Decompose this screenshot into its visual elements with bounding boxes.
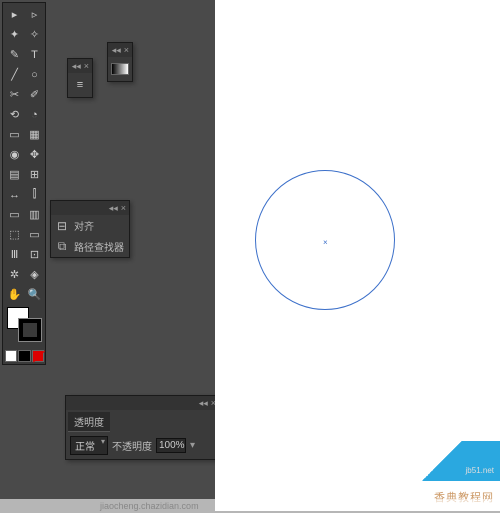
panel-header[interactable]: ◂◂× bbox=[108, 43, 132, 57]
direct-selection-tool[interactable]: ▹ bbox=[25, 5, 44, 24]
hand-tool[interactable]: ✋ bbox=[5, 285, 24, 304]
blend-mode-dropdown[interactable]: 正常 bbox=[70, 436, 108, 455]
toolbox: ▸ ▹ ✦ ✧ ✎ T ╱ ○ ✂ ✐ ⟲ ◔ ▭ ▦ ◉ ✥ ▤ ⊞ ↔ ⫿ … bbox=[2, 2, 46, 365]
selection-tool[interactable]: ▸ bbox=[5, 5, 24, 24]
chevron-down-icon[interactable]: ▾ bbox=[190, 440, 195, 451]
shape-center-marker: × bbox=[323, 238, 327, 242]
pathfinder-icon: ⧉ bbox=[55, 240, 69, 254]
eyedropper-tool[interactable]: ▭ bbox=[5, 205, 24, 224]
type-tool[interactable]: T bbox=[25, 45, 44, 64]
floating-panel-menu[interactable]: ◂◂× ≡ bbox=[67, 58, 93, 98]
opacity-input[interactable]: 100% bbox=[156, 438, 186, 453]
width-tool[interactable]: ◉ bbox=[5, 145, 24, 164]
align-row[interactable]: ⊟ 对齐 bbox=[51, 215, 129, 236]
align-panel: ◂◂× ⊟ 对齐 ⧉ 路径查找器 bbox=[50, 200, 130, 258]
transparency-panel: ◂◂× 透明度 正常 不透明度 100% ▾ bbox=[65, 395, 220, 460]
scale-tool[interactable]: ▭ bbox=[5, 125, 24, 144]
collapse-icon[interactable]: ◂◂ bbox=[72, 61, 81, 72]
color-mode-solid[interactable] bbox=[5, 350, 17, 362]
rotate-tool[interactable]: ⟲ bbox=[5, 105, 24, 124]
pathfinder-label: 路径查找器 bbox=[74, 239, 124, 254]
panel-header[interactable]: ◂◂× bbox=[51, 201, 129, 215]
slice-tool[interactable]: ⊡ bbox=[25, 245, 44, 264]
align-label: 对齐 bbox=[74, 218, 94, 233]
watermark-sub: jb51.net bbox=[466, 466, 494, 475]
collapse-icon[interactable]: ◂◂ bbox=[112, 45, 121, 56]
color-mode-none[interactable] bbox=[32, 350, 44, 362]
floating-panel-gradient[interactable]: ◂◂× bbox=[107, 42, 133, 82]
pencil-tool[interactable]: ✐ bbox=[25, 85, 44, 104]
eraser-tool[interactable]: ✲ bbox=[5, 265, 24, 284]
pathfinder-row[interactable]: ⧉ 路径查找器 bbox=[51, 236, 129, 257]
collapse-icon[interactable]: ◂◂ bbox=[109, 203, 118, 214]
color-mode-row bbox=[5, 350, 44, 362]
color-mode-gradient[interactable] bbox=[18, 350, 30, 362]
menu-icon[interactable]: ≡ bbox=[71, 78, 89, 92]
gradient-tool[interactable]: ⫿ bbox=[25, 185, 44, 204]
line-tool[interactable]: ╱ bbox=[5, 65, 24, 84]
align-icon: ⊟ bbox=[55, 219, 69, 233]
close-icon[interactable]: × bbox=[124, 45, 129, 55]
gradient-icon[interactable] bbox=[111, 62, 129, 76]
stroke-swatch[interactable] bbox=[19, 319, 41, 341]
close-icon[interactable]: × bbox=[84, 61, 89, 71]
scissors-tool[interactable]: ✂ bbox=[5, 85, 24, 104]
selected-circle-shape[interactable]: × bbox=[255, 170, 395, 310]
collapse-icon[interactable]: ◂◂ bbox=[199, 398, 208, 409]
perspective-grid-tool[interactable]: ⊞ bbox=[25, 165, 44, 184]
panel-header[interactable]: ◂◂× bbox=[66, 396, 219, 410]
column-graph-tool[interactable]: ▭ bbox=[25, 225, 44, 244]
shear-tool[interactable]: ▦ bbox=[25, 125, 44, 144]
zoom-tool[interactable]: 🔍 bbox=[25, 285, 44, 304]
ellipse-tool[interactable]: ○ bbox=[25, 65, 44, 84]
pen-tool[interactable]: ✎ bbox=[5, 45, 24, 64]
transparency-tab[interactable]: 透明度 bbox=[68, 412, 110, 432]
artboard-tool[interactable]: Ⅲ bbox=[5, 245, 24, 264]
symbol-sprayer-tool[interactable]: ⬚ bbox=[5, 225, 24, 244]
blend-tool[interactable]: ▥ bbox=[25, 205, 44, 224]
opacity-label: 不透明度 bbox=[112, 438, 152, 453]
shape-builder-tool[interactable]: ▤ bbox=[5, 165, 24, 184]
magic-wand-tool[interactable]: ✦ bbox=[5, 25, 24, 44]
panel-header[interactable]: ◂◂× bbox=[68, 59, 92, 73]
scissors2-tool[interactable]: ◈ bbox=[25, 265, 44, 284]
reflect-tool[interactable]: ◔ bbox=[25, 105, 44, 124]
lasso-tool[interactable]: ✧ bbox=[25, 25, 44, 44]
free-transform-tool[interactable]: ✥ bbox=[25, 145, 44, 164]
swatch-area bbox=[5, 305, 44, 349]
close-icon[interactable]: × bbox=[121, 203, 126, 213]
mesh-tool[interactable]: ↔ bbox=[5, 185, 24, 204]
watermark-band bbox=[390, 441, 500, 481]
canvas-artboard[interactable]: × jb51.net 香典教程网 bbox=[215, 0, 500, 511]
